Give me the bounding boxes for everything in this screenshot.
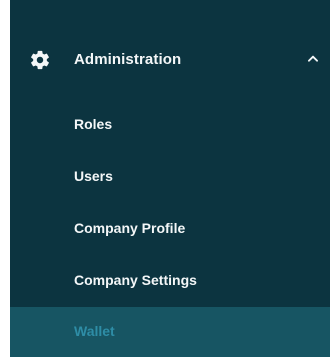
administration-section-toggle[interactable]: Administration [10,35,330,85]
sidebar-panel: Administration Roles Users Company Profi… [10,0,330,357]
chevron-up-icon[interactable] [306,52,320,66]
sidebar-item-label: Roles [74,116,113,132]
sidebar-item-wallet[interactable]: Wallet [10,307,330,357]
sidebar-item-label: Company Profile [74,220,186,236]
sidebar-item-label: Wallet [74,323,115,339]
gear-icon [31,50,49,70]
sidebar-item-users[interactable]: Users [10,152,330,202]
section-title: Administration [74,51,182,68]
sidebar-item-company-settings[interactable]: Company Settings [10,256,330,306]
sidebar-item-company-profile[interactable]: Company Profile [10,204,330,254]
sidebar-item-roles[interactable]: Roles [10,100,330,150]
sidebar-item-label: Company Settings [74,272,197,288]
sidebar-item-label: Users [74,168,113,184]
